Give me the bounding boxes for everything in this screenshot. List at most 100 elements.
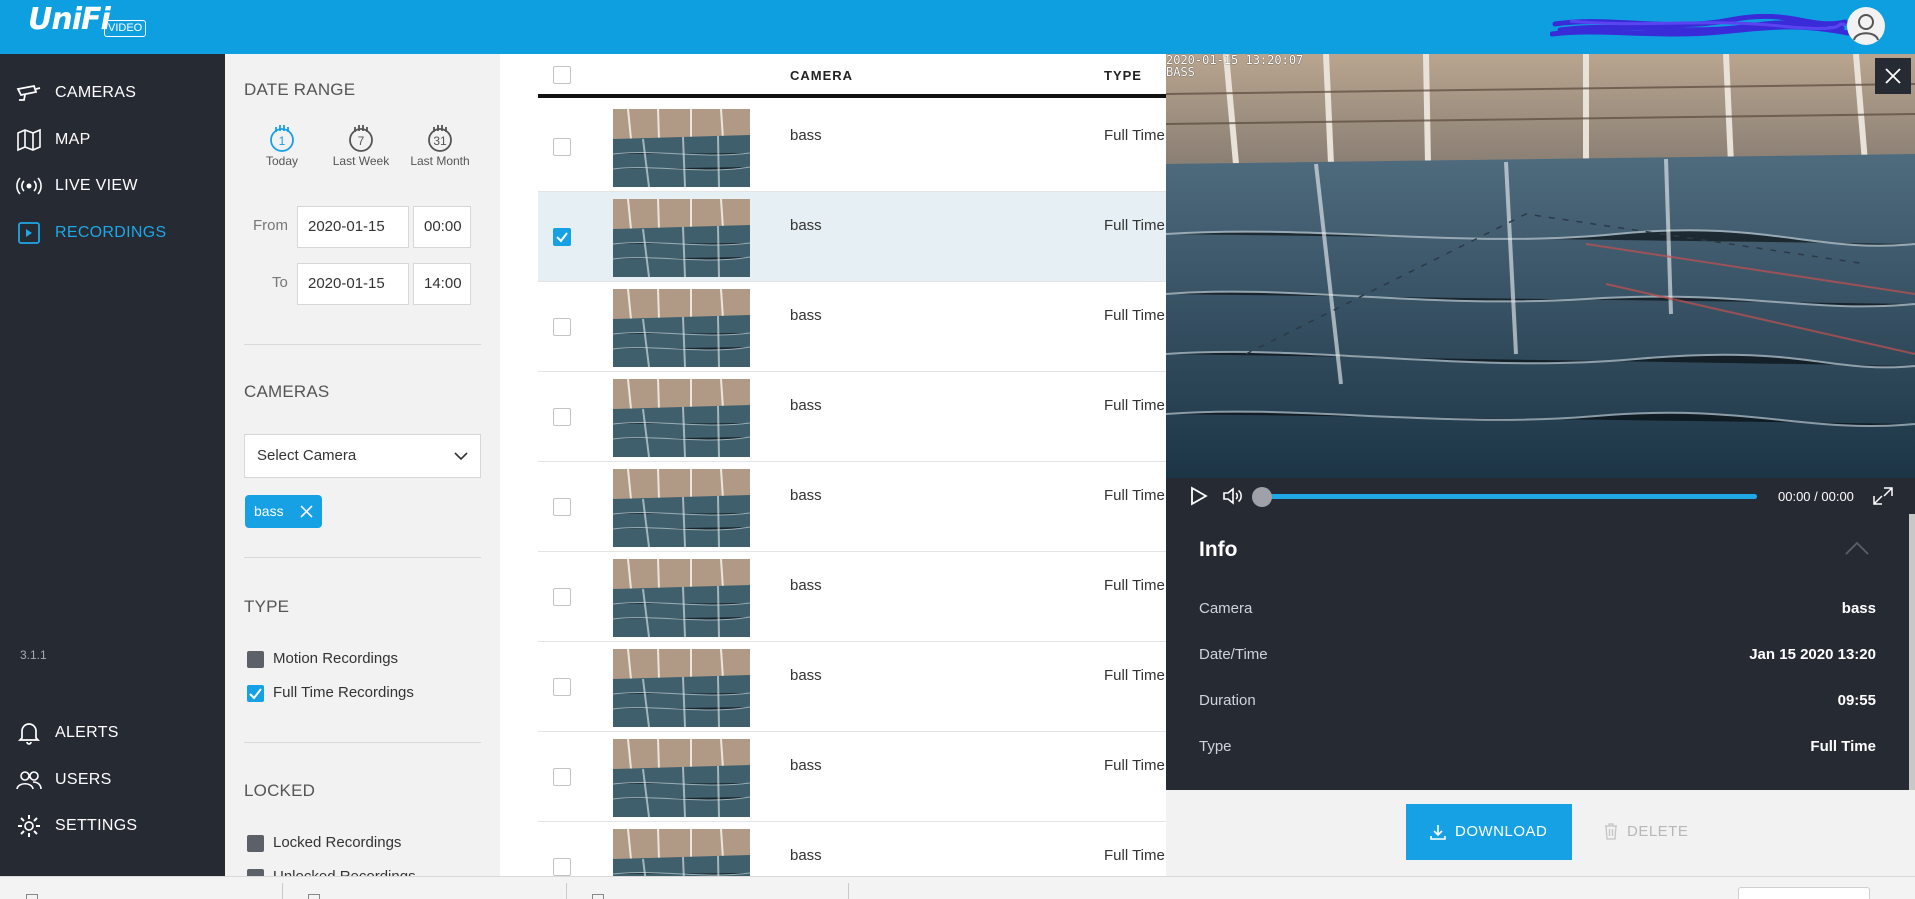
quick-label: Today (265, 154, 299, 168)
cell-type: Full Time (1104, 307, 1165, 324)
recording-thumbnail[interactable] (613, 289, 750, 367)
info-row-type: Type Full Time (1199, 738, 1876, 758)
nav-item-recordings[interactable]: RECORDINGS (0, 218, 225, 248)
motion-recordings-checkbox[interactable] (247, 651, 264, 668)
table-row[interactable]: bass Full Time (538, 102, 1168, 192)
cell-type: Full Time (1104, 127, 1165, 144)
nav-item-cameras[interactable]: CAMERAS (0, 78, 225, 108)
nav-label: CAMERAS (55, 84, 137, 101)
pool-video-image (1166, 54, 1915, 478)
from-date-input[interactable]: 2020-01-15 (297, 206, 409, 248)
quick-label: Last Week (332, 154, 390, 168)
to-time-input[interactable]: 14:00 (413, 263, 471, 305)
cell-camera: bass (790, 757, 822, 774)
seek-knob[interactable] (1252, 487, 1272, 507)
recording-thumbnail[interactable] (613, 199, 750, 277)
download-button[interactable]: DOWNLOAD (1406, 804, 1572, 860)
row-checkbox[interactable] (553, 228, 571, 246)
divider (848, 883, 849, 899)
table-row[interactable]: bass Full Time (538, 372, 1168, 462)
check-icon (249, 688, 262, 700)
download-label: DOWNLOAD (1455, 823, 1548, 840)
table-row[interactable]: bass Full Time (538, 642, 1168, 732)
video-badge: VIDEO (104, 20, 147, 37)
locked-recordings-checkbox[interactable] (247, 835, 264, 852)
table-row[interactable]: bass Full Time (538, 462, 1168, 552)
chevron-up-icon[interactable] (1844, 540, 1870, 556)
info-scrollbar[interactable] (1909, 514, 1915, 790)
table-row[interactable]: bass Full Time (538, 732, 1168, 822)
close-icon[interactable] (300, 505, 313, 518)
cell-camera: bass (790, 577, 822, 594)
thumbnail-image (613, 469, 750, 547)
thumbnail-image (613, 559, 750, 637)
camera-select[interactable]: Select Camera (244, 434, 481, 478)
row-checkbox[interactable] (553, 408, 571, 426)
nav-item-settings[interactable]: SETTINGS (0, 811, 225, 841)
column-header-camera: CAMERA (790, 68, 854, 83)
recording-thumbnail[interactable] (613, 829, 750, 876)
table-row[interactable]: bass Full Time (538, 192, 1168, 282)
cell-type: Full Time (1104, 667, 1165, 684)
quick-number: 31 (433, 134, 447, 148)
info-value: 09:55 (1837, 692, 1876, 709)
divider (244, 344, 481, 345)
recording-thumbnail[interactable] (613, 649, 750, 727)
nav-item-map[interactable]: MAP (0, 125, 225, 155)
from-time-input[interactable]: 00:00 (413, 206, 471, 248)
nav-item-live-view[interactable]: LIVE VIEW (0, 171, 225, 201)
recording-thumbnail[interactable] (613, 739, 750, 817)
quick-range-last-week[interactable]: 7 Last Week (331, 122, 391, 168)
user-icon (1853, 14, 1879, 41)
play-icon[interactable] (1188, 486, 1210, 506)
seek-bar-buffer (1262, 494, 1757, 499)
thumbnail-image (613, 109, 750, 187)
row-checkbox[interactable] (553, 498, 571, 516)
nav-item-users[interactable]: USERS (0, 765, 225, 795)
row-checkbox[interactable] (553, 588, 571, 606)
partial-checkbox-icon (592, 894, 604, 899)
recordings-table: CAMERA TYPE bass Full Time bass Full Time ba… (500, 54, 1168, 876)
delete-button[interactable]: DELETE (1594, 804, 1704, 860)
recording-thumbnail[interactable] (613, 469, 750, 547)
video-frame[interactable]: 2020-01-15 13:20:07 BASS (1166, 54, 1915, 478)
recording-thumbnail[interactable] (613, 379, 750, 457)
quick-range-last-month[interactable]: 31 Last Month (410, 122, 470, 168)
info-key: Date/Time (1199, 646, 1268, 663)
nav-item-alerts[interactable]: ALERTS (0, 718, 225, 748)
cell-type: Full Time (1104, 757, 1165, 774)
row-checkbox[interactable] (553, 318, 571, 336)
seek-bar[interactable] (1262, 494, 1757, 499)
info-key: Type (1199, 738, 1232, 755)
cell-type: Full Time (1104, 487, 1165, 504)
partial-button[interactable] (1738, 887, 1870, 899)
table-row[interactable]: bass Full Time (538, 552, 1168, 642)
fullscreen-icon[interactable] (1872, 486, 1894, 506)
to-date-input[interactable]: 2020-01-15 (297, 263, 409, 305)
user-avatar[interactable] (1847, 7, 1885, 45)
close-player-button[interactable] (1875, 58, 1911, 94)
table-row[interactable]: bass Full Time (538, 282, 1168, 372)
info-panel: Info Camera bass Date/Time Jan 15 2020 1… (1166, 514, 1915, 790)
quick-range-today[interactable]: 1 Today (252, 122, 312, 168)
recording-thumbnail[interactable] (613, 559, 750, 637)
row-checkbox[interactable] (553, 768, 571, 786)
calendar-icon: 31 (428, 125, 452, 152)
volume-icon[interactable] (1222, 486, 1244, 506)
recording-thumbnail[interactable] (613, 109, 750, 187)
nav-label: USERS (55, 771, 112, 788)
video-controls: 00:00 / 00:00 (1166, 478, 1915, 514)
locked-recordings-label: Locked Recordings (273, 834, 402, 851)
select-all-checkbox[interactable] (553, 66, 571, 84)
full-time-recordings-checkbox[interactable] (247, 685, 264, 702)
row-checkbox[interactable] (553, 678, 571, 696)
thumbnail-image (613, 829, 750, 876)
row-checkbox[interactable] (553, 858, 571, 876)
video-osd: 2020-01-15 13:20:07 BASS (1166, 54, 1303, 78)
info-title: Info (1199, 538, 1238, 561)
row-checkbox[interactable] (553, 138, 571, 156)
info-row-datetime: Date/Time Jan 15 2020 13:20 (1199, 646, 1876, 666)
table-row[interactable]: bass Full Time (538, 822, 1168, 876)
from-label: From (253, 217, 288, 234)
calendar-icon: 1 (270, 125, 294, 152)
